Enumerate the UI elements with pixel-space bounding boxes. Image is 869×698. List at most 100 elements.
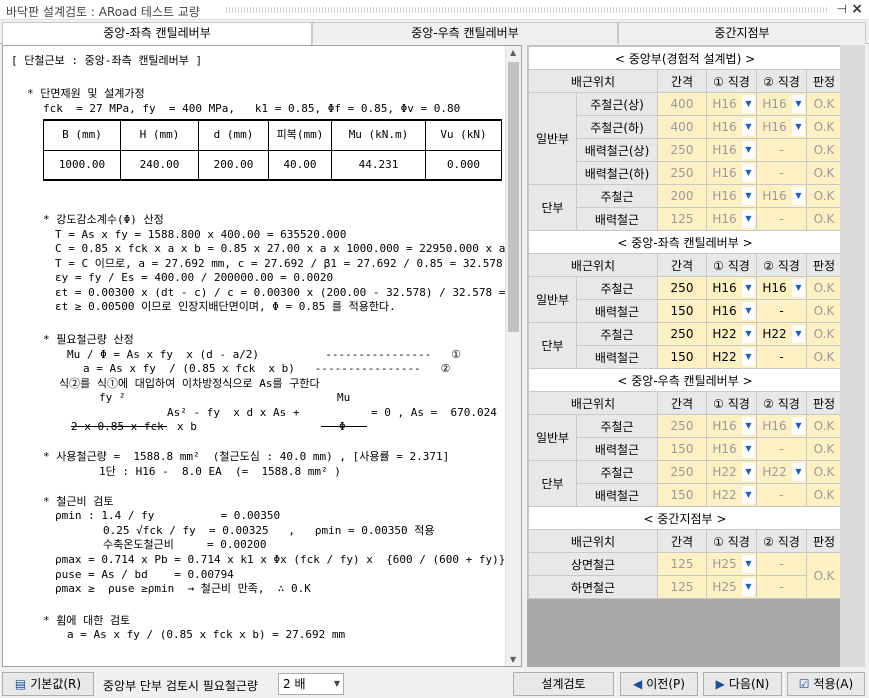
spacing-cell[interactable]: 250: [657, 276, 707, 300]
spacing-cell[interactable]: 150: [657, 345, 707, 369]
rebar-position-label: 주철근: [576, 460, 658, 484]
tab-intermediate-support[interactable]: 중간지점부: [618, 22, 866, 44]
col-header-dia2: ② 직경: [756, 69, 807, 93]
spacing-cell[interactable]: 125: [657, 207, 707, 231]
group-label: 단부: [528, 322, 577, 369]
spacing-cell[interactable]: 150: [657, 437, 707, 461]
chevron-down-icon[interactable]: ▼: [742, 555, 755, 573]
chevron-down-icon[interactable]: ▼: [742, 486, 755, 504]
spacing-cell[interactable]: 400: [657, 115, 707, 139]
chevron-down-icon[interactable]: ▼: [792, 417, 805, 435]
diameter1-select[interactable]: H16 ▼: [706, 138, 757, 162]
diameter1-select[interactable]: H25 ▼: [706, 575, 757, 599]
chevron-down-icon[interactable]: ▼: [742, 118, 755, 136]
diameter1-select[interactable]: H22 ▼: [706, 322, 757, 346]
spacing-cell[interactable]: 150: [657, 483, 707, 507]
report-line: Mu / Φ = As x fy x (d - a/2) -----------…: [67, 348, 461, 361]
diameter1-select[interactable]: H25 ▼: [706, 552, 757, 576]
window-title: 바닥판 설계검토 : ARoad 테스트 교량: [6, 5, 200, 19]
scroll-up-icon[interactable]: ▲: [510, 48, 516, 57]
spacing-cell[interactable]: 125: [657, 575, 707, 599]
diameter1-select[interactable]: H22 ▼: [706, 483, 757, 507]
col-header-position: 배근위치: [528, 529, 658, 553]
chevron-down-icon[interactable]: ▼: [742, 463, 755, 481]
tab-left-cantilever[interactable]: 중앙-좌측 캔틸레버부: [2, 22, 312, 45]
spacing-cell[interactable]: 125: [657, 552, 707, 576]
diameter1-select-value: H22: [712, 465, 737, 479]
chevron-down-icon[interactable]: ▼: [742, 348, 755, 366]
chevron-down-icon[interactable]: ▼: [792, 325, 805, 343]
diameter1-select[interactable]: H16 ▼: [706, 92, 757, 116]
table-cell: 240.00: [120, 150, 199, 181]
diameter1-select[interactable]: H16 ▼: [706, 161, 757, 185]
spacing-cell[interactable]: 400: [657, 92, 707, 116]
rebar-position-label: 배력철근: [576, 345, 658, 369]
calculation-report[interactable]: B (mm) H (mm) d (mm) 피복(mm) Mu (kN.m) Vu…: [2, 45, 522, 667]
chevron-down-icon[interactable]: ▼: [792, 463, 805, 481]
chevron-down-icon[interactable]: ▼: [742, 578, 755, 596]
report-scrollbar[interactable]: ▲ ▼: [505, 46, 521, 666]
report-line: ρuse = As / bd = 0.00794: [55, 568, 234, 581]
rebar-multiplier-value: 2 배: [283, 677, 306, 691]
report-line: εt ≥ 0.00500 이므로 인장지배단면이며, Φ = 0.85 를 적용…: [55, 300, 396, 313]
chevron-down-icon[interactable]: ▼: [742, 141, 755, 159]
result-cell: O.K: [806, 184, 842, 208]
chevron-down-icon[interactable]: ▼: [742, 164, 755, 182]
diameter2-select[interactable]: H16 ▼: [756, 92, 807, 116]
previous-label: 이전(P): [646, 677, 685, 691]
diameter2-select[interactable]: H16 ▼: [756, 414, 807, 438]
chevron-down-icon[interactable]: ▼: [742, 187, 755, 205]
close-icon[interactable]: ×: [851, 1, 863, 17]
diameter2-select[interactable]: H16 ▼: [756, 276, 807, 300]
rebar-multiplier-select[interactable]: 2 배 ▼: [278, 673, 344, 695]
chevron-down-icon[interactable]: ▼: [742, 210, 755, 228]
chevron-down-icon[interactable]: ▼: [792, 279, 805, 297]
tab-right-cantilever[interactable]: 중앙-우측 캔틸레버부: [312, 22, 618, 44]
chevron-down-icon[interactable]: ▼: [742, 302, 755, 320]
spacing-cell[interactable]: 200: [657, 184, 707, 208]
default-values-button[interactable]: ▤ 기본값(R): [2, 672, 94, 696]
table-header: d (mm): [198, 119, 269, 151]
diameter1-select[interactable]: H16 ▼: [706, 276, 757, 300]
spacing-cell[interactable]: 250: [657, 460, 707, 484]
apply-button[interactable]: ☑ 적용(A): [787, 672, 865, 696]
scroll-down-icon[interactable]: ▼: [510, 655, 516, 664]
diameter1-select[interactable]: H16 ▼: [706, 207, 757, 231]
rebar-position-label: 주철근(상): [576, 92, 658, 116]
spacing-cell[interactable]: 250: [657, 138, 707, 162]
diameter2-cell: -: [756, 575, 807, 599]
chevron-down-icon[interactable]: ▼: [792, 95, 805, 113]
spacing-cell[interactable]: 150: [657, 299, 707, 323]
diameter1-select-value: H16: [712, 442, 737, 456]
diameter2-select[interactable]: H16 ▼: [756, 184, 807, 208]
title-bar: 바닥판 설계검토 : ARoad 테스트 교량 ⊣ ×: [0, 0, 869, 20]
chevron-down-icon[interactable]: ▼: [742, 325, 755, 343]
chevron-down-icon[interactable]: ▼: [742, 440, 755, 458]
previous-button[interactable]: ◀ 이전(P): [620, 672, 698, 696]
diameter1-select[interactable]: H16 ▼: [706, 299, 757, 323]
diameter2-select[interactable]: H22 ▼: [756, 322, 807, 346]
design-check-button[interactable]: 설계검토: [513, 672, 614, 696]
scroll-thumb[interactable]: [508, 62, 519, 332]
diameter2-select[interactable]: H22 ▼: [756, 460, 807, 484]
diameter1-select[interactable]: H16 ▼: [706, 115, 757, 139]
next-button[interactable]: ▶ 다음(N): [703, 672, 782, 696]
chevron-down-icon[interactable]: ▼: [742, 417, 755, 435]
diameter1-select[interactable]: H22 ▼: [706, 460, 757, 484]
diameter1-select[interactable]: H16 ▼: [706, 414, 757, 438]
diameter1-select[interactable]: H16 ▼: [706, 437, 757, 461]
pin-icon[interactable]: ⊣: [837, 2, 847, 16]
table-header: Vu (kN): [425, 119, 502, 151]
diameter2-select[interactable]: H16 ▼: [756, 115, 807, 139]
diameter1-select-value: H16: [712, 189, 737, 203]
spacing-cell[interactable]: 250: [657, 161, 707, 185]
diameter1-select[interactable]: H16 ▼: [706, 184, 757, 208]
rebar-position-label: 하면철근: [528, 575, 658, 599]
spacing-cell[interactable]: 250: [657, 322, 707, 346]
diameter1-select[interactable]: H22 ▼: [706, 345, 757, 369]
chevron-down-icon[interactable]: ▼: [742, 279, 755, 297]
spacing-cell[interactable]: 250: [657, 414, 707, 438]
chevron-down-icon[interactable]: ▼: [792, 118, 805, 136]
chevron-down-icon[interactable]: ▼: [742, 95, 755, 113]
chevron-down-icon[interactable]: ▼: [792, 187, 805, 205]
